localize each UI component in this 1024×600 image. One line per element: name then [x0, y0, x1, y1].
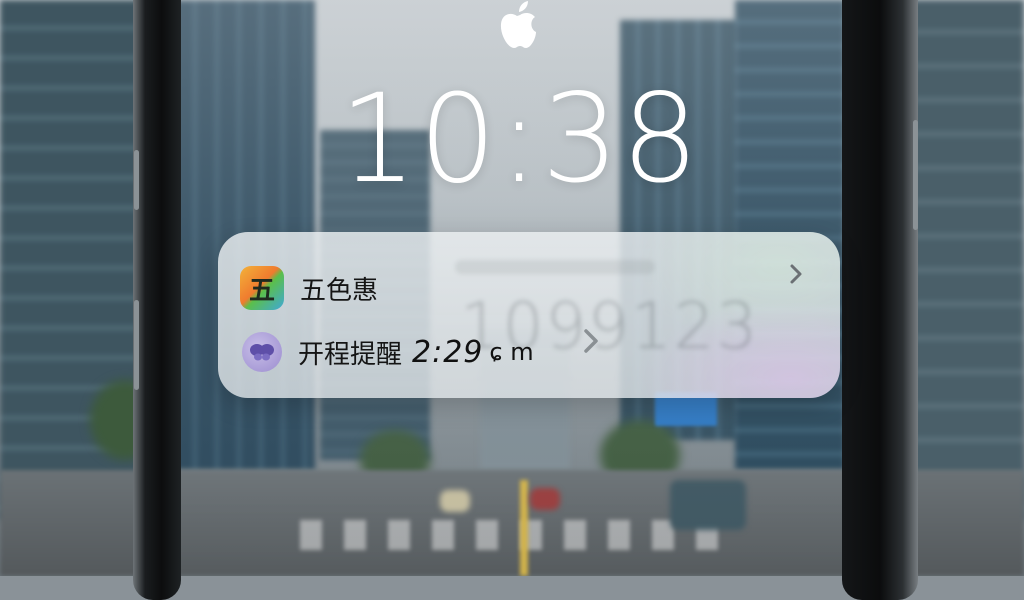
building [900, 0, 1024, 520]
blurred-text-line [455, 260, 655, 274]
app-name: 五色惠 [300, 275, 379, 306]
butterfly-icon [242, 332, 282, 372]
message-text: 开程提醒 [298, 339, 403, 370]
lock-screen-clock: 10:38 [339, 68, 701, 210]
app-icon: 五 [240, 266, 284, 310]
phone-frame-right [842, 0, 918, 600]
message-time: 2:29 [412, 334, 484, 370]
chevron-right-icon[interactable] [578, 326, 604, 356]
phone-frame-left [133, 0, 181, 600]
app-icon-glyph: 五 [248, 275, 275, 306]
chevron-right-icon[interactable] [784, 262, 808, 286]
notification-header: 五 五色惠 [240, 266, 378, 310]
message-unit: ɕ m [489, 338, 534, 366]
apple-logo-icon [500, 1, 536, 48]
phone-power-button [913, 120, 918, 230]
phone-side-button [134, 300, 139, 390]
notification-message: 开程提醒 2:29 ɕ m [242, 332, 534, 372]
phone-side-button [134, 150, 139, 210]
